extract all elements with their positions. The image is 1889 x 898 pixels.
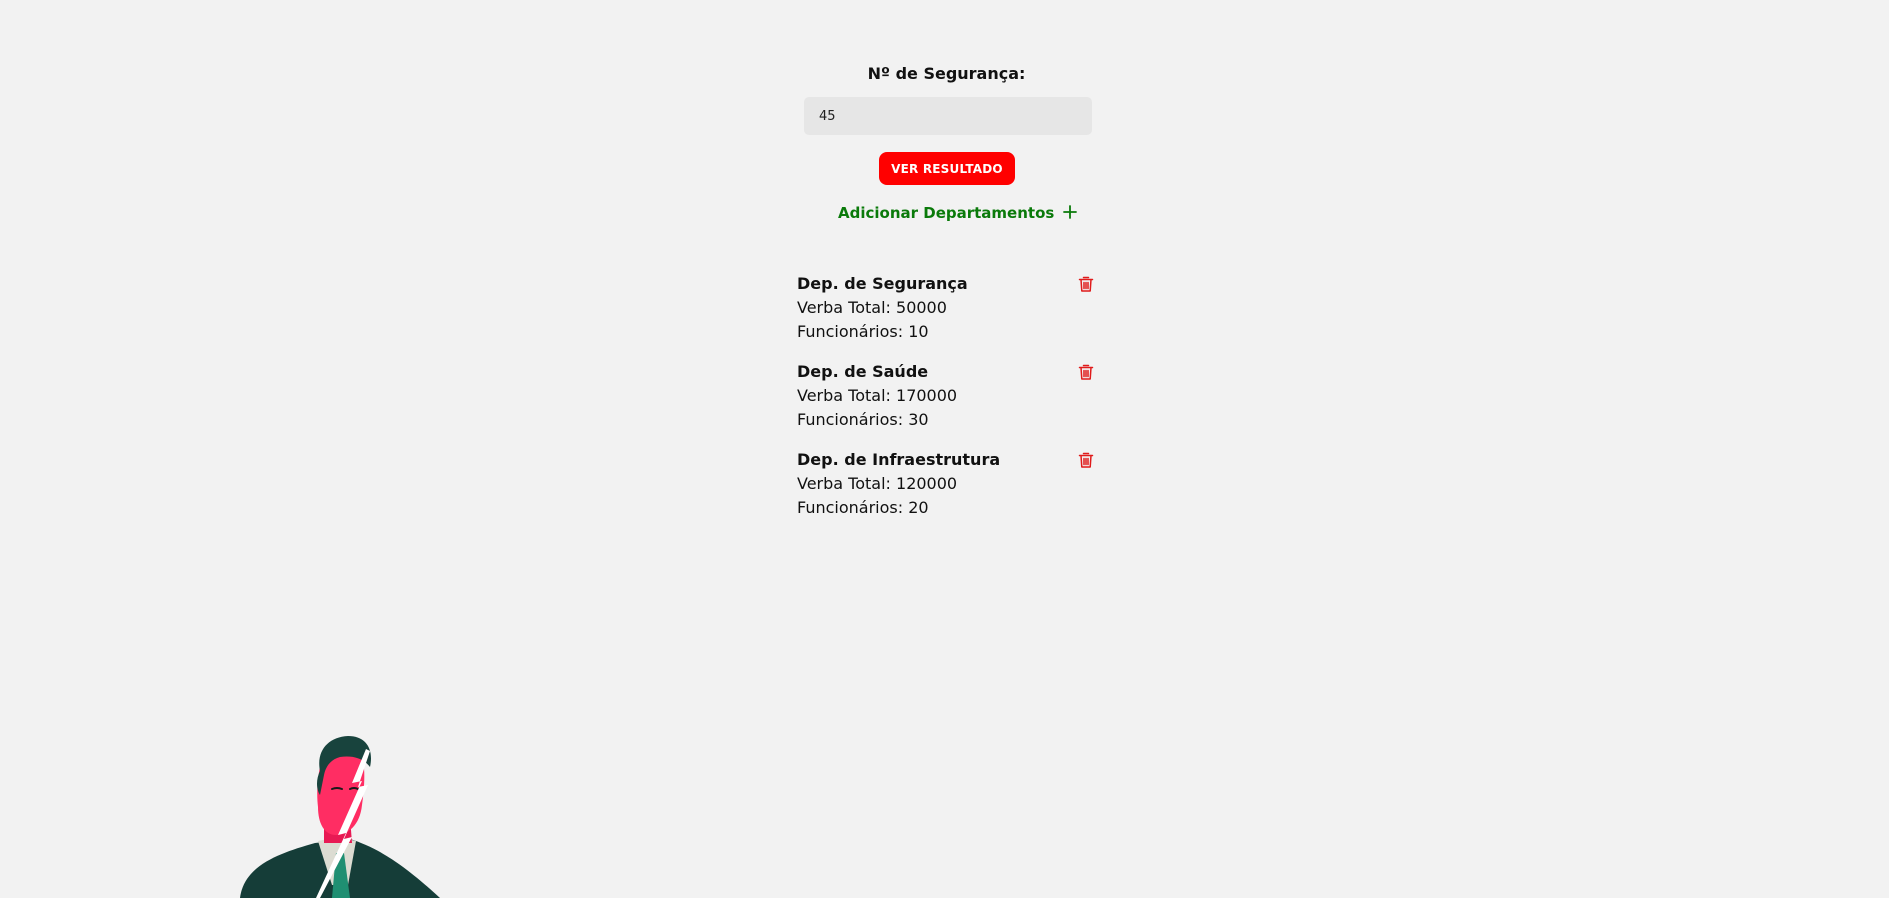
- department-item: Dep. de Segurança Verba Total: 50000 Fun…: [797, 272, 1097, 360]
- page: Nº de Segurança: VER RESULTADO Adicionar…: [0, 0, 1889, 898]
- trash-icon[interactable]: [1077, 275, 1095, 293]
- trash-icon[interactable]: [1077, 363, 1095, 381]
- department-budget: Verba Total: 50000: [797, 298, 947, 317]
- security-number-label: Nº de Segurança:: [867, 64, 1026, 83]
- add-departments-button[interactable]: Adicionar Departamentos: [838, 201, 1078, 225]
- trash-icon[interactable]: [1077, 451, 1095, 469]
- department-name: Dep. de Infraestrutura: [797, 450, 1001, 469]
- department-employees: Funcionários: 30: [797, 410, 929, 429]
- security-number-input[interactable]: [804, 97, 1092, 135]
- businessman-illustration: [240, 736, 440, 898]
- plus-icon: [1062, 203, 1078, 223]
- department-budget: Verba Total: 120000: [797, 474, 958, 493]
- department-name: Dep. de Saúde: [797, 362, 929, 381]
- add-departments-label: Adicionar Departamentos: [838, 204, 1055, 222]
- department-item: Dep. de Infraestrutura Verba Total: 1200…: [797, 448, 1097, 536]
- department-employees: Funcionários: 20: [797, 498, 929, 517]
- department-list: Dep. de Segurança Verba Total: 50000 Fun…: [797, 272, 1097, 536]
- view-result-button[interactable]: VER RESULTADO: [879, 152, 1015, 185]
- department-budget: Verba Total: 170000: [797, 386, 958, 405]
- department-item: Dep. de Saúde Verba Total: 170000 Funcio…: [797, 360, 1097, 448]
- department-name: Dep. de Segurança: [797, 274, 968, 293]
- department-employees: Funcionários: 10: [797, 322, 929, 341]
